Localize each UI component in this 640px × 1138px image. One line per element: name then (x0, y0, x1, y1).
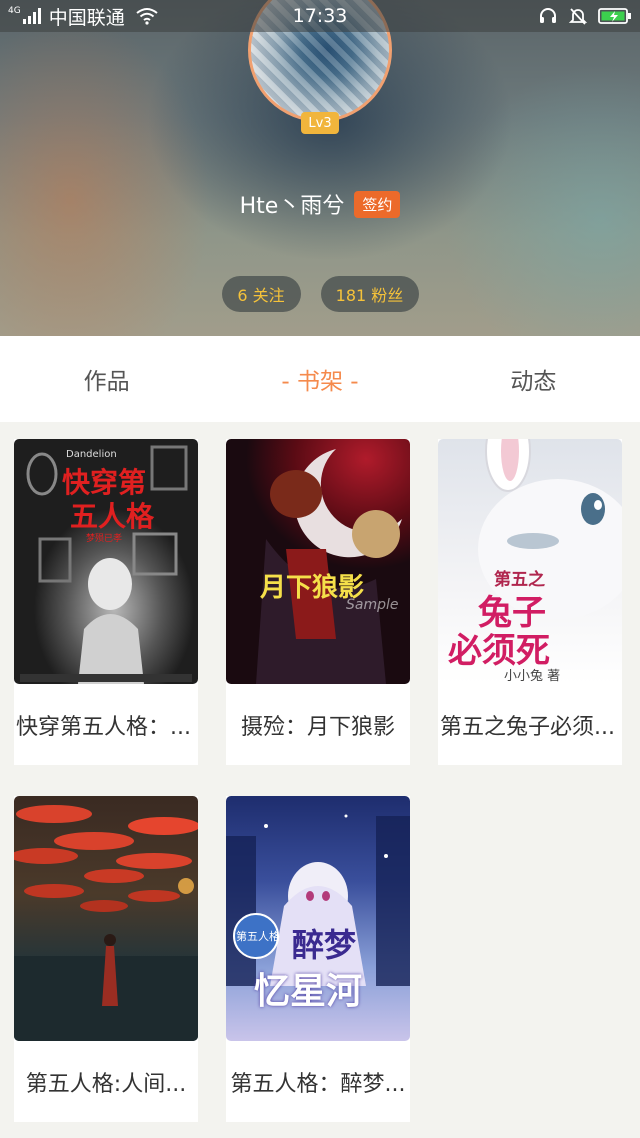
book-card[interactable]: 快穿第 五人格 Dandelion 梦殒已孝 快穿第五人格：... (14, 439, 198, 765)
book-title[interactable]: 第五人格：醉梦... (228, 1066, 408, 1098)
book-title[interactable]: 快穿第五人格：... (16, 709, 196, 741)
status-bar: 4G 中国联通 17:33 (0, 0, 640, 32)
book-cover[interactable]: 第五之 兔子 必须死 小小兔 著 (438, 439, 622, 684)
signed-badge: 签约 (354, 190, 401, 218)
book-title[interactable]: 摄殓：月下狼影 (228, 709, 408, 741)
profile-tabs: 作品 - 书架 - 动态 (0, 336, 640, 422)
book-cover[interactable]: 第五人格 醉梦 忆星河 (226, 796, 410, 1041)
stats-row: 6 关注 181 粉丝 (0, 276, 640, 312)
tab-works[interactable]: 作品 (0, 336, 213, 422)
headset-icon (540, 8, 556, 23)
mute-bell-icon (568, 8, 588, 25)
name-row: Hte丶雨兮 签约 (0, 186, 640, 222)
book-card[interactable]: 月下狼影 Sample 摄殓：月下狼影 (226, 439, 410, 765)
cover-title: 醉梦 (292, 926, 357, 964)
book-card[interactable]: 第五之 兔子 必须死 小小兔 著 第五之兔子必须... (438, 439, 622, 765)
cover-title: 忆星河 (254, 971, 363, 1012)
cover-author: 梦殒已孝 (86, 534, 123, 544)
cover-art (14, 805, 198, 1041)
cover-art (256, 449, 402, 684)
cover-label: 第五人格 (236, 930, 280, 943)
level-badge: Lv3 (301, 112, 339, 134)
book-cover[interactable]: 快穿第 五人格 Dandelion 梦殒已孝 (14, 439, 198, 684)
tab-bookshelf[interactable]: - 书架 - (213, 336, 426, 422)
book-cover[interactable]: 月下狼影 Sample (226, 439, 410, 684)
book-title[interactable]: 第五之兔子必须... (440, 709, 620, 741)
clock: 17:33 (292, 5, 348, 27)
book-cover[interactable] (14, 796, 198, 1041)
username: Hte丶雨兮 (239, 194, 345, 219)
cover-title: 五人格 (70, 500, 155, 533)
cover-label: Dandelion (66, 449, 117, 460)
book-card[interactable]: 第五人格 醉梦 忆星河 第五人格：醉梦... (226, 796, 410, 1122)
battery-icon (598, 8, 631, 24)
profile-header: Lv3 Hte丶雨兮 签约 6 关注 181 粉丝 4G 中国联通 17:33 (0, 0, 640, 336)
book-title[interactable]: 第五人格:人间... (16, 1066, 196, 1098)
fans-button[interactable]: 181 粉丝 (320, 276, 419, 312)
book-card[interactable]: 第五人格:人间... (14, 796, 198, 1122)
cover-author: 小小兔 著 (504, 669, 561, 684)
tab-activity[interactable]: 动态 (427, 336, 640, 422)
following-button[interactable]: 6 关注 (221, 276, 301, 312)
cover-label: Sample (346, 597, 399, 613)
